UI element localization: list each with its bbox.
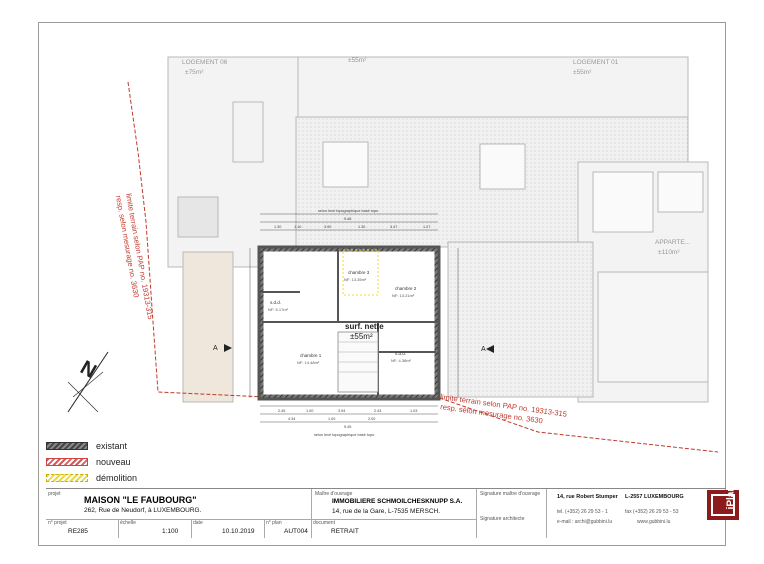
logement-01-area: ±55m² — [573, 69, 592, 76]
n-projet-value: RE285 — [68, 528, 88, 535]
meta-row — [46, 519, 476, 538]
room-chambre-3-area: NF: 13.35m² — [344, 277, 367, 282]
section-marker-left: A — [213, 345, 218, 352]
signatures-cell: Signature maître d'ouvrage Signature arc… — [476, 489, 546, 538]
logement-06-area: ±75m² — [185, 69, 204, 76]
signature-mo: Signature maître d'ouvrage — [480, 491, 541, 497]
owner-name: IMMOBILIERE SCHMOILCHESKNUPP S.A. — [332, 498, 463, 505]
surface-label: surf. nette — [345, 322, 384, 331]
room-sdd-2-name: s.d.d. — [395, 351, 406, 356]
room-chambre-2-area: NF: 13.21m² — [392, 293, 415, 298]
logo-text: iPlan — [725, 485, 737, 510]
room-sdd-1-name: s.d.d. — [270, 300, 281, 305]
divider — [191, 519, 192, 538]
dim-top-note: selon levé topographique basé topo — [318, 209, 378, 213]
room-sdd-1-area: NF: 5.17m² — [268, 307, 289, 312]
legend-item: existant — [46, 438, 137, 454]
svg-text:N: N — [76, 357, 100, 383]
architect-web[interactable]: www.gubbini.lu — [637, 519, 670, 525]
dim-bottom-value: 9.45 — [344, 425, 351, 429]
logement-06-label: LOGEMENT 06 — [182, 59, 228, 66]
appartement-area: ±110m² — [658, 249, 680, 256]
section-marker-right: A — [481, 346, 486, 353]
dim-bottom-value: 1.00 — [306, 409, 313, 413]
date-value: 10.10.2019 — [222, 528, 255, 535]
maitre-caption: Maître d'ouvrage — [315, 491, 353, 497]
divider — [311, 519, 312, 538]
owner-address: 14, rue de la Gare, L-7535 MERSCH. — [332, 508, 441, 515]
dim-bottom-value: 2.00 — [368, 417, 375, 421]
echelle-value: 1:100 — [162, 528, 179, 535]
project-cell: projet MAISON "LE FAUBOURG" 262, Rue de … — [46, 489, 311, 519]
surface-value: ±55m² — [350, 332, 373, 341]
legend-label: nouveau — [96, 457, 131, 467]
divider — [264, 519, 265, 538]
architect-fax: fax (+352) 26 29 53 - 53 — [625, 509, 679, 515]
iplan-logo: iPlan — [707, 486, 739, 520]
n-plan-value: AUT004 — [284, 528, 308, 535]
signature-architect: Signature architecte — [480, 516, 525, 522]
dim-bottom-value: 1.00 — [328, 417, 335, 421]
legend-swatch-existant — [46, 442, 88, 450]
dim-top-value: 3.90 — [324, 225, 331, 229]
dim-top-value: 1.30 — [358, 225, 365, 229]
floor-plan: LOGEMENT 06 ±75m² ±55m² LOGEMENT 01 ±55m… — [67, 56, 719, 453]
dim-top-value: 9.48 — [344, 217, 351, 221]
room-chambre-2-name: chambre 2 — [395, 286, 417, 291]
n-projet-caption: n° projet — [48, 520, 67, 526]
dim-bottom-value: 1.03 — [410, 409, 417, 413]
document-caption: document — [313, 520, 335, 526]
project-address: 262, Rue de Neudorf, à LUXEMBOURG. — [84, 507, 202, 514]
room-sdd-2-area: NF: 4.36m² — [391, 358, 412, 363]
owner-cell: Maître d'ouvrage IMMOBILIERE SCHMOILCHES… — [311, 489, 476, 519]
architect-tel: tel. (+352) 26 29 53 - 1 — [557, 509, 608, 515]
architect-city: L-2557 LUXEMBOURG — [625, 494, 684, 500]
legend-label: démolition — [96, 473, 138, 483]
projet-caption: projet — [48, 491, 61, 497]
document-value: RETRAIT — [331, 528, 359, 535]
appartement-label: APPARTE... — [655, 239, 690, 246]
architect-address: 14, rue Robert Stumper — [557, 494, 618, 500]
top-area: ±55m² — [348, 57, 367, 64]
dim-bottom-value: 3.94 — [338, 409, 345, 413]
legend-item: démolition — [46, 470, 137, 486]
dim-bottom-value: 2.43 — [374, 409, 381, 413]
room-chambre-3-name: chambre 3 — [348, 270, 370, 275]
legend-swatch-nouveau — [46, 458, 88, 466]
project-name: MAISON "LE FAUBOURG" — [84, 495, 197, 505]
room-chambre-1-name: chambre 1 — [300, 353, 322, 358]
north-arrow-icon: N — [67, 351, 109, 413]
dim-bottom-value: 2.45 — [278, 409, 285, 413]
divider — [118, 519, 119, 538]
dim-bottom-note: selon levé topographique basé topo — [314, 433, 374, 437]
room-chambre-1-area: NF: 14.48m² — [297, 360, 320, 365]
legend-item: nouveau — [46, 454, 137, 470]
legend-swatch-demolition — [46, 474, 88, 482]
dim-top-value: 3.47 — [390, 225, 397, 229]
dim-top-value: 1.27 — [423, 225, 430, 229]
echelle-caption: échelle — [120, 520, 136, 526]
date-caption: date — [193, 520, 203, 526]
dim-bottom-value: 4.34 — [288, 417, 295, 421]
architect-cell: 14, rue Robert Stumper L-2557 LUXEMBOURG… — [546, 489, 701, 538]
dim-top-value: 1.30 — [274, 225, 281, 229]
legend: existant nouveau démolition — [46, 438, 137, 486]
architect-email[interactable]: e-mail : archi@gubbini.lu — [557, 519, 612, 525]
n-plan-caption: n° plan — [266, 520, 282, 526]
logement-01-label: LOGEMENT 01 — [573, 59, 619, 66]
legend-label: existant — [96, 441, 128, 451]
dim-top-value: 1.10 — [294, 225, 301, 229]
title-block: projet MAISON "LE FAUBOURG" 262, Rue de … — [46, 488, 726, 538]
